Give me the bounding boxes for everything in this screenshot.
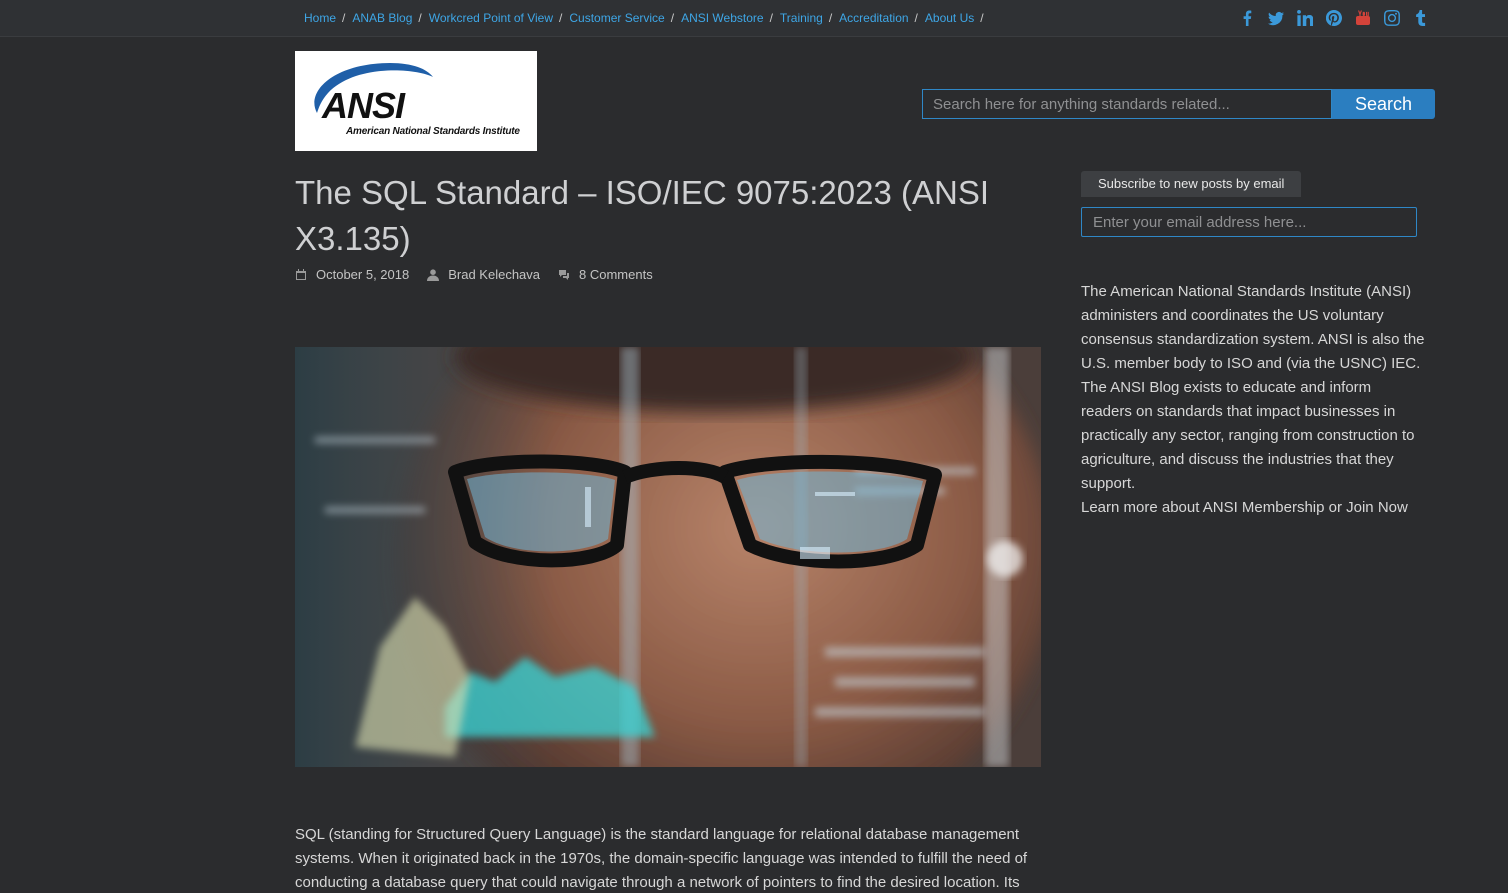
membership-link[interactable]: Learn more about ANSI Membership or Join… <box>1081 496 1408 520</box>
facebook-icon[interactable] <box>1238 9 1256 27</box>
youtube-icon[interactable] <box>1354 9 1372 27</box>
post-author-text[interactable]: Brad Kelechava <box>448 267 540 282</box>
ansi-logo[interactable]: ANSI American National Standards Institu… <box>295 51 537 151</box>
search-input[interactable] <box>922 89 1332 119</box>
post-author: Brad Kelechava <box>427 267 540 282</box>
email-field[interactable] <box>1081 207 1417 237</box>
nav-webstore-link[interactable]: ANSI Webstore <box>681 11 763 25</box>
nav-about-us-link[interactable]: About Us <box>925 11 974 25</box>
post-date: October 5, 2018 <box>295 267 409 282</box>
nav-training-link[interactable]: Training <box>780 11 823 25</box>
search-button[interactable]: Search <box>1332 89 1435 119</box>
social-links <box>1238 9 1430 27</box>
nav-separator: / <box>670 11 675 25</box>
nav-separator: / <box>769 11 773 25</box>
user-icon <box>427 268 440 281</box>
tumblr-icon[interactable] <box>1412 9 1430 27</box>
article-meta: October 5, 2018 Brad Kelechava 8 Comment… <box>295 267 671 282</box>
instagram-icon[interactable] <box>1383 9 1401 27</box>
comments-icon <box>559 269 570 280</box>
logo-subtitle: American National Standards Institute <box>346 126 520 137</box>
subscribe-label: Subscribe to new posts by email <box>1081 171 1302 197</box>
nav-home-link[interactable]: Home <box>304 11 336 25</box>
nav-anab-blog-link[interactable]: ANAB Blog <box>352 11 412 25</box>
nav-customer-service-link[interactable]: Customer Service <box>569 11 664 25</box>
linkedin-icon[interactable] <box>1296 9 1314 27</box>
article-title: The SQL Standard – ISO/IEC 9075:2023 (AN… <box>295 174 989 257</box>
post-date-text[interactable]: October 5, 2018 <box>316 267 409 282</box>
nav-workcred-link[interactable]: Workcred Point of View <box>429 11 553 25</box>
nav-separator: / <box>342 11 346 25</box>
nav-separator: / <box>980 11 984 25</box>
calendar-icon <box>296 268 306 280</box>
nav-separator: / <box>418 11 422 25</box>
nav-separator: / <box>559 11 563 25</box>
pinterest-icon[interactable] <box>1325 9 1343 27</box>
nav-accreditation-link[interactable]: Accreditation <box>839 11 908 25</box>
nav-separator: / <box>914 11 918 25</box>
logo-wordmark: ANSI <box>322 85 405 126</box>
article-body: SQL (standing for Structured Query Langu… <box>295 826 1028 891</box>
top-nav: Home / ANAB Blog / Workcred Point of View / Cu… <box>304 11 991 25</box>
post-comments-text[interactable]: 8 Comments <box>579 267 653 282</box>
post-comments: 8 Comments <box>558 267 653 282</box>
about-ansi-text: The American National Standards Institut… <box>1081 283 1425 492</box>
hero-image <box>295 347 1041 767</box>
hero-photo-person-glasses <box>295 347 1041 767</box>
twitter-icon[interactable] <box>1267 9 1285 27</box>
nav-separator: / <box>828 11 833 25</box>
top-bar: Home / ANAB Blog / Workcred Point of View / Cu… <box>0 0 1508 37</box>
